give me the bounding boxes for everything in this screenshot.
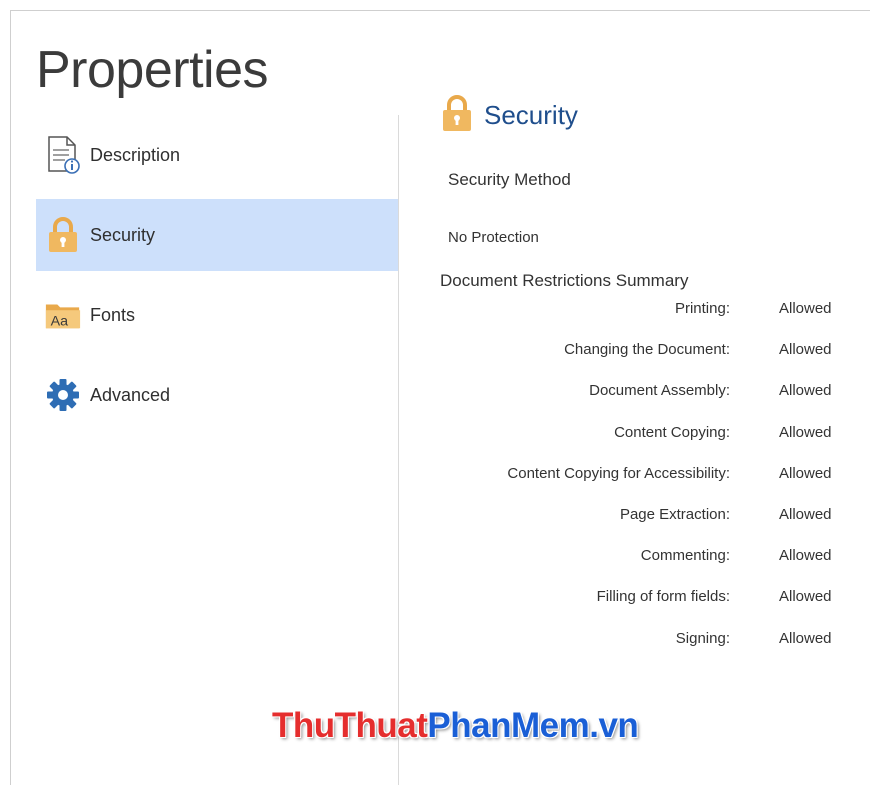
security-method-label: Security Method [448,170,571,189]
sidebar-item-label: Security [90,224,156,245]
restrictions-list: Printing: Allowed Changing the Document: A… [440,298,860,669]
restriction-value: Allowed [779,505,832,523]
gear-icon [44,376,82,414]
restriction-value: Allowed [779,547,832,565]
restriction-name: Filling of form fields: [596,588,730,606]
restriction-row: Printing: Allowed [440,298,860,339]
restriction-value: Allowed [779,629,832,647]
section-title: Security [484,99,578,130]
restrictions-title: Document Restrictions Summary [440,271,689,290]
restriction-row: Filling of form fields: Allowed [440,586,860,627]
restriction-name: Printing: [674,300,730,317]
security-method-value: No Protection [448,229,539,246]
watermark-part2: PhanMem.vn [427,706,639,745]
lock-icon [440,93,474,138]
panel-divider [398,115,399,785]
restriction-name: Page Extraction: [619,505,730,523]
section-header: Security [440,93,860,137]
sidebar-item-fonts[interactable]: Aa Fonts [36,279,398,351]
restriction-row: Commenting: Allowed [440,545,860,586]
sidebar-item-security[interactable]: Security [36,199,398,271]
sidebar-item-label: Fonts [90,304,136,325]
restriction-name: Content Copying for Accessibility: [507,464,730,482]
sidebar-item-description[interactable]: Description [36,119,398,191]
restriction-name: Content Copying: [614,423,730,441]
fonts-folder-icon: Aa [44,296,82,334]
restriction-value: Allowed [779,382,832,400]
restriction-name: Commenting: [640,547,730,565]
restriction-row: Changing the Document: Allowed [440,339,860,380]
restriction-value: Allowed [779,423,832,441]
restriction-name: Signing: [675,629,730,647]
restriction-row: Document Assembly: Allowed [440,380,860,421]
restriction-value: Allowed [779,464,832,482]
page-title: Properties [36,41,269,99]
sidebar-item-label: Advanced [90,384,171,405]
sidebar-item-advanced[interactable]: Advanced [36,359,398,431]
restriction-value: Allowed [779,341,832,359]
restriction-value: Allowed [779,588,832,606]
sidebar-item-label: Description [90,144,181,165]
watermark-part1: ThuThuat [272,706,428,745]
sidebar: Description Security Aa Fonts Advanced [36,119,398,439]
lock-icon [44,216,82,254]
watermark-logo: ThuThuatPhanMem.vn [272,706,639,746]
description-icon [44,136,82,174]
restriction-name: Document Assembly: [589,382,730,400]
restriction-value: Allowed [779,300,832,317]
restriction-name: Changing the Document: [564,341,730,359]
restriction-row: Content Copying for Accessibility: Allowe… [440,463,860,504]
svg-text:Aa: Aa [51,313,69,329]
security-panel: Security Security Method No Protection D… [440,93,860,647]
restriction-row: Signing: Allowed [440,628,860,669]
restriction-row: Content Copying: Allowed [440,422,860,463]
restriction-row: Page Extraction: Allowed [440,504,860,545]
